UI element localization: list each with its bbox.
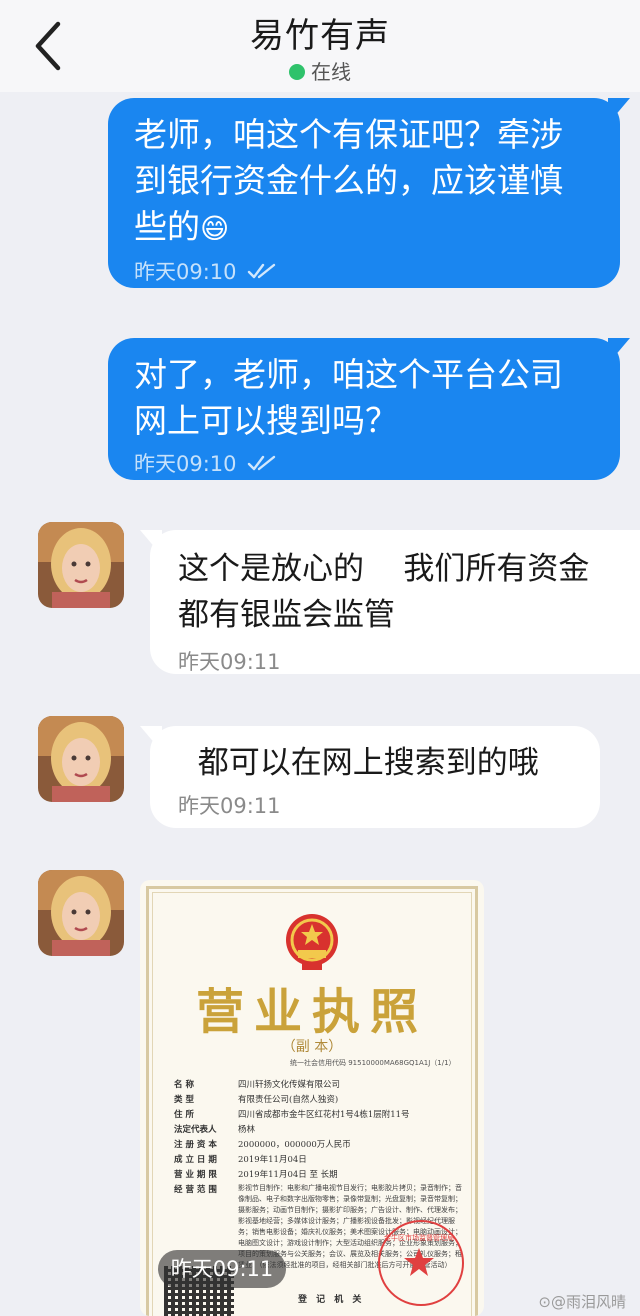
license-title: 营业执照 (195, 984, 428, 1040)
message-time: 昨天09:11 (178, 794, 281, 818)
grinning-emoji-icon: 😄 (200, 212, 230, 245)
field-value: 2000000，000000万人民币 (238, 1140, 351, 1150)
avatar-portrait-icon (38, 716, 124, 802)
field-key: 营 业 期 限 (174, 1170, 217, 1180)
message-line: 到银行资金什么的，应该谨慎 (134, 161, 563, 200)
field-value: 杨林 (238, 1125, 256, 1135)
message-bubble-incoming[interactable]: 都可以在网上搜索到的哦 昨天09:11 (140, 726, 600, 828)
license-row: 名 称 四川轩扬文化传媒有限公司 (174, 1078, 464, 1093)
message-text: 对了，老师，咱这个平台公司 网上可以搜到吗？ (134, 352, 596, 444)
license-row: 住 所 四川省成都市金牛区红花村1号4栋1层附11号 (174, 1108, 464, 1123)
license-row: 成 立 日 期 2019年11月04日 (174, 1153, 464, 1168)
field-value: 有限责任公司(自然人独资) (238, 1095, 339, 1105)
message-time: 昨天09:10 (134, 452, 237, 476)
field-value: 四川省成都市金牛区红花村1号4栋1层附11号 (238, 1110, 410, 1120)
message-meta: 昨天09:10 (134, 256, 596, 286)
message-time: 昨天09:11 (178, 650, 281, 674)
image-time-overlay: 昨天09:11 (158, 1250, 286, 1288)
message-text: 老师，咱这个有保证吧？牵涉 到银行资金什么的，应该谨慎 些的😄 (134, 112, 596, 252)
contact-avatar[interactable] (38, 522, 124, 608)
message-line: 些的 (134, 207, 200, 246)
contact-avatar[interactable] (38, 870, 124, 956)
seal-star-icon: 金牛区市场监督管理局 (384, 1233, 454, 1276)
watermark: ⊙@雨泪风晴 (538, 1293, 626, 1311)
license-row: 营 业 期 限 2019年11月04日 至 长期 (174, 1168, 464, 1183)
official-seal-icon: 金牛区市场监督管理局 (378, 1220, 464, 1306)
field-key: 类 型 (174, 1095, 194, 1105)
avatar-portrait-icon (38, 870, 124, 956)
national-emblem-icon (286, 914, 338, 970)
avatar-portrait-icon (38, 522, 124, 608)
message-line: 网上可以搜到吗？ (134, 401, 398, 440)
field-value: 2019年11月04日 至 长期 (238, 1170, 338, 1180)
status-label: 在线 (311, 60, 351, 84)
message-meta: 昨天09:10 (134, 448, 596, 478)
field-key: 注 册 资 本 (174, 1140, 217, 1150)
message-bubble-outgoing[interactable]: 老师，咱这个有保证吧？牵涉 到银行资金什么的，应该谨慎 些的😄 昨天09:10 (108, 98, 630, 288)
online-dot-icon (289, 64, 305, 80)
field-value: 四川轩扬文化传媒有限公司 (238, 1080, 341, 1090)
bubble-tail (140, 726, 162, 752)
field-key: 法定代表人 (174, 1125, 217, 1135)
chat-header: 易竹有声 在线 (0, 0, 640, 92)
field-key: 成 立 日 期 (174, 1155, 217, 1165)
bubble-tail (608, 98, 630, 124)
license-subtitle: （副 本） (281, 1039, 343, 1055)
message-bubble-outgoing[interactable]: 对了，老师，咱这个平台公司 网上可以搜到吗？ 昨天09:10 (108, 338, 630, 480)
license-row: 类 型 有限责任公司(自然人独资) (174, 1093, 464, 1108)
message-line: 对了，老师，咱这个平台公司 (134, 355, 563, 394)
double-check-icon (247, 455, 275, 471)
message-line: 老师，咱这个有保证吧？牵涉 (134, 115, 563, 154)
online-status: 在线 (0, 56, 640, 85)
message-bubble-incoming[interactable]: 这个是放心的 我们所有资金 都有银监会监管 昨天09:11 (140, 530, 640, 674)
field-key: 住 所 (174, 1110, 194, 1120)
message-line: 这个是放心的 我们所有资金 (178, 551, 590, 587)
bubble-tail (140, 530, 162, 556)
message-text: 这个是放心的 我们所有资金 都有银监会监管 (178, 546, 620, 638)
contact-avatar[interactable] (38, 716, 124, 802)
license-row: 注 册 资 本 2000000，000000万人民币 (174, 1138, 464, 1153)
message-time: 昨天09:10 (134, 260, 237, 284)
message-line: 都有银监会监管 (178, 597, 395, 633)
chat-title[interactable]: 易竹有声 (0, 8, 640, 57)
double-check-icon (247, 263, 275, 279)
bubble-tail (608, 338, 630, 364)
license-row: 法定代表人 杨林 (174, 1123, 464, 1138)
field-key: 名 称 (174, 1080, 194, 1090)
seal-text: 金牛区市场监督管理局 (384, 1233, 454, 1242)
message-text: 都可以在网上搜索到的哦 (178, 745, 539, 781)
registration-authority: 登 记 机 关 (298, 1295, 365, 1305)
field-value: 2019年11月04日 (238, 1155, 307, 1165)
